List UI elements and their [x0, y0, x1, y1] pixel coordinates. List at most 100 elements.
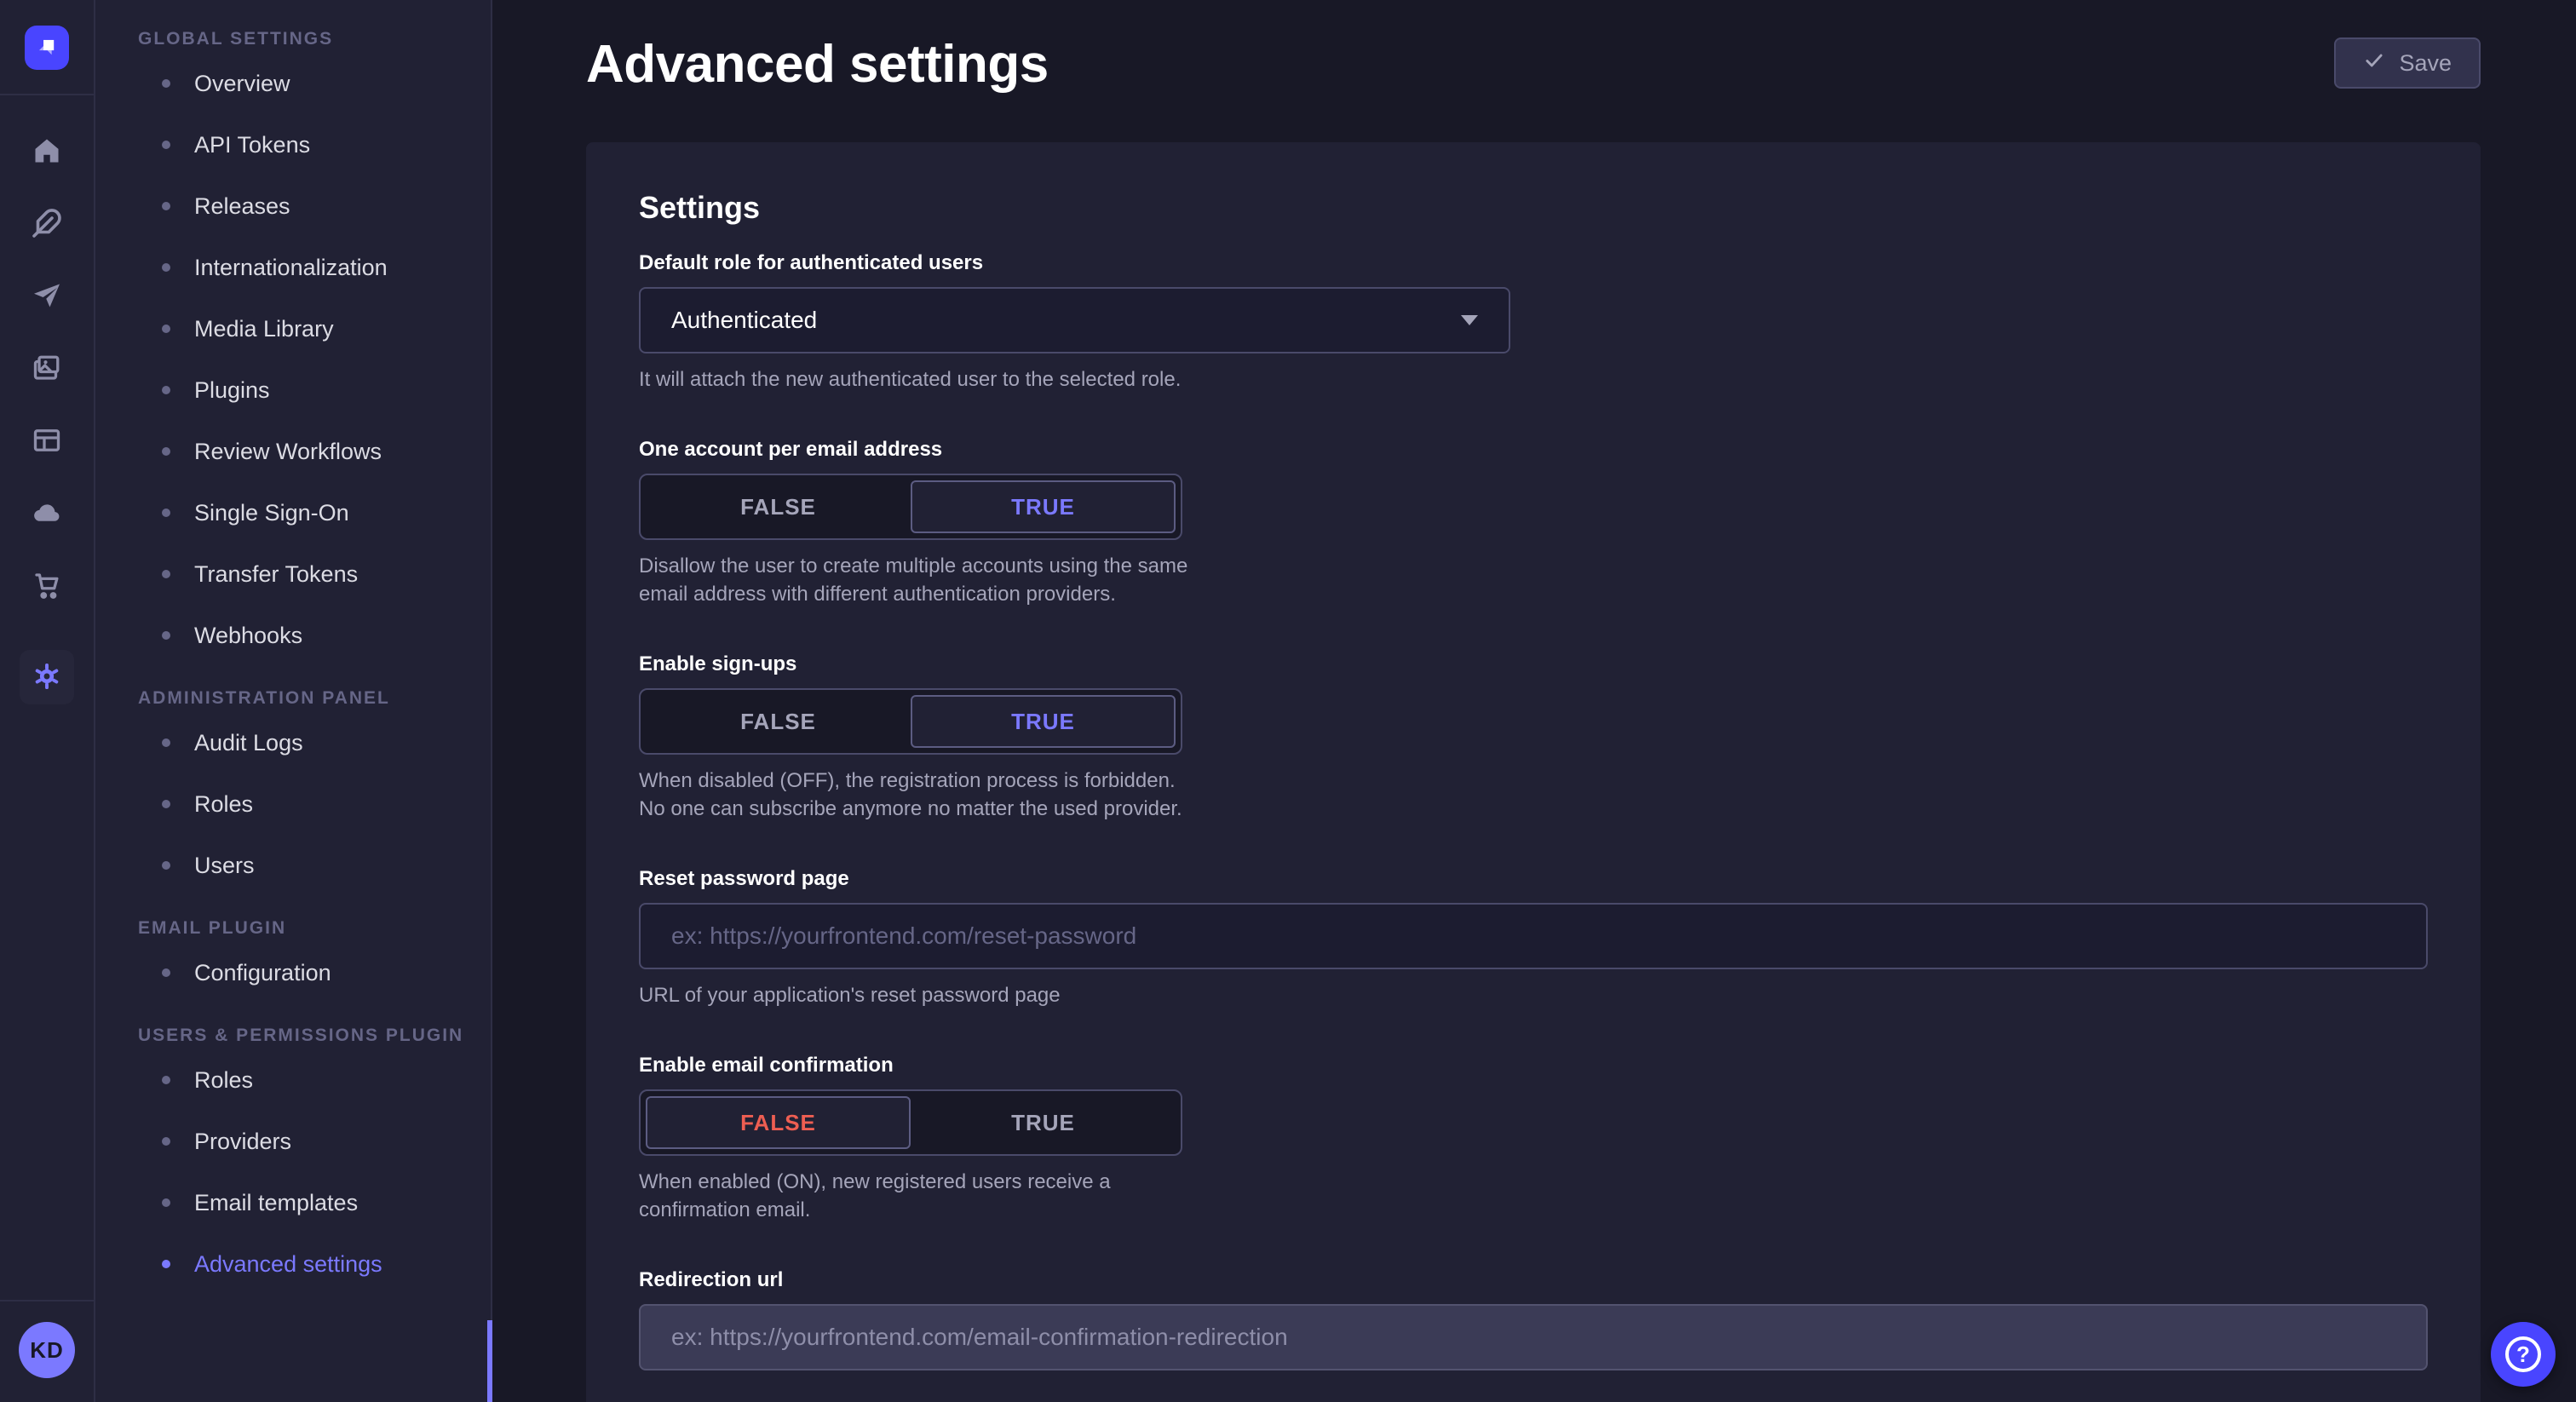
rail-content-type-builder-button[interactable]: [20, 414, 74, 468]
rail-settings-button[interactable]: [20, 650, 74, 704]
bullet-icon: [162, 738, 170, 747]
feather-icon: [32, 208, 62, 241]
rail-content-manager-button[interactable]: [20, 197, 74, 251]
rail-bottom-divider: [0, 1300, 94, 1301]
rail-marketplace-button[interactable]: [20, 559, 74, 613]
help-button[interactable]: ?: [2491, 1322, 2556, 1387]
sidebar-item-label: API Tokens: [194, 132, 310, 158]
cart-icon: [32, 570, 62, 603]
user-avatar[interactable]: KD: [19, 1322, 75, 1378]
sidebar-item-label: Users: [194, 853, 255, 879]
sidebar-item-label: Transfer Tokens: [194, 561, 358, 588]
sidebar-item-label: Email templates: [194, 1190, 358, 1216]
bullet-icon: [162, 386, 170, 394]
email-confirmation-false-option[interactable]: FALSE: [646, 1096, 911, 1149]
sidebar-item-releases[interactable]: Releases: [138, 175, 491, 237]
sidebar-item-label: Configuration: [194, 960, 331, 986]
bullet-icon: [162, 800, 170, 808]
bullet-icon: [162, 141, 170, 149]
subnav-heading: ADMINISTRATION PANEL: [138, 688, 491, 709]
subnav-section-email-plugin: EMAIL PLUGIN Configuration: [138, 918, 491, 1003]
sidebar-item-review-workflows[interactable]: Review Workflows: [138, 421, 491, 482]
sidebar-item-admin-users[interactable]: Users: [138, 835, 491, 896]
sidebar-item-api-tokens[interactable]: API Tokens: [138, 114, 491, 175]
save-button[interactable]: Save: [2334, 37, 2481, 89]
default-role-select[interactable]: Authenticated: [639, 287, 1510, 353]
subnav-section-global: GLOBAL SETTINGS Overview API Tokens Rele…: [138, 29, 491, 666]
sidebar-item-label: Roles: [194, 1067, 253, 1094]
chevron-down-icon: [1461, 315, 1478, 325]
main-content: Advanced settings Save Settings Default …: [492, 0, 2576, 1402]
rail-media-library-button[interactable]: [20, 342, 74, 396]
sidebar-item-advanced-settings[interactable]: Advanced settings: [138, 1233, 491, 1295]
home-icon: [32, 135, 62, 169]
one-account-label: One account per email address: [639, 438, 2428, 462]
sidebar-item-plugins[interactable]: Plugins: [138, 359, 491, 421]
icon-rail: KD: [0, 0, 95, 1402]
email-confirmation-true-option[interactable]: TRUE: [911, 1096, 1176, 1149]
sign-ups-toggle: FALSE TRUE: [639, 688, 1182, 755]
bullet-icon: [162, 79, 170, 88]
sidebar-item-label: Internationalization: [194, 255, 388, 281]
bullet-icon: [162, 1137, 170, 1146]
sidebar-item-admin-roles[interactable]: Roles: [138, 773, 491, 835]
field-default-role: Default role for authenticated users Aut…: [639, 251, 2428, 394]
rail-nav: [20, 124, 74, 722]
sidebar-item-internationalization[interactable]: Internationalization: [138, 237, 491, 298]
sidebar-item-up-roles[interactable]: Roles: [138, 1049, 491, 1111]
pictures-icon: [32, 353, 62, 386]
rail-deploy-button[interactable]: [20, 486, 74, 541]
sidebar-item-email-configuration[interactable]: Configuration: [138, 942, 491, 1003]
bullet-icon: [162, 1198, 170, 1207]
sign-ups-label: Enable sign-ups: [639, 652, 2428, 676]
strapi-mark-icon: [32, 32, 61, 64]
field-one-account: One account per email address FALSE TRUE…: [639, 438, 2428, 608]
settings-card-title: Settings: [639, 190, 2428, 226]
one-account-true-option[interactable]: TRUE: [911, 480, 1176, 533]
settings-subnav: GLOBAL SETTINGS Overview API Tokens Rele…: [95, 0, 492, 1402]
one-account-toggle: FALSE TRUE: [639, 474, 1182, 540]
bullet-icon: [162, 447, 170, 456]
sidebar-item-label: Releases: [194, 193, 290, 220]
strapi-logo[interactable]: [25, 26, 69, 70]
bullet-icon: [162, 1260, 170, 1268]
one-account-false-option[interactable]: FALSE: [646, 480, 911, 533]
sidebar-item-label: Overview: [194, 71, 290, 97]
redirection-url-input[interactable]: [639, 1304, 2428, 1370]
sign-ups-false-option[interactable]: FALSE: [646, 695, 911, 748]
rail-releases-button[interactable]: [20, 269, 74, 324]
sign-ups-hint: When disabled (OFF), the registration pr…: [639, 767, 1193, 823]
sidebar-item-label: Webhooks: [194, 623, 302, 649]
redirection-url-label: Redirection url: [639, 1268, 2428, 1292]
sidebar-item-media-library[interactable]: Media Library: [138, 298, 491, 359]
subnav-heading: USERS & PERMISSIONS PLUGIN: [138, 1026, 491, 1046]
sidebar-item-webhooks[interactable]: Webhooks: [138, 605, 491, 666]
bullet-icon: [162, 631, 170, 640]
subnav-heading: EMAIL PLUGIN: [138, 918, 491, 939]
subnav-section-users-permissions: USERS & PERMISSIONS PLUGIN Roles Provide…: [138, 1026, 491, 1295]
sidebar-item-label: Media Library: [194, 316, 334, 342]
sidebar-item-label: Providers: [194, 1129, 291, 1155]
sidebar-item-single-sign-on[interactable]: Single Sign-On: [138, 482, 491, 543]
email-confirmation-label: Enable email confirmation: [639, 1054, 2428, 1077]
sidebar-item-transfer-tokens[interactable]: Transfer Tokens: [138, 543, 491, 605]
sidebar-item-audit-logs[interactable]: Audit Logs: [138, 712, 491, 773]
email-confirmation-toggle: FALSE TRUE: [639, 1089, 1182, 1156]
sidebar-item-providers[interactable]: Providers: [138, 1111, 491, 1172]
sidebar-item-email-templates[interactable]: Email templates: [138, 1172, 491, 1233]
check-icon: [2363, 49, 2385, 78]
sidebar-item-label: Single Sign-On: [194, 500, 349, 526]
save-button-label: Save: [2399, 50, 2452, 77]
one-account-hint: Disallow the user to create multiple acc…: [639, 552, 1193, 608]
default-role-label: Default role for authenticated users: [639, 251, 2428, 275]
gear-icon: [32, 661, 62, 694]
settings-card: Settings Default role for authenticated …: [586, 142, 2481, 1402]
reset-password-input[interactable]: [639, 903, 2428, 969]
cloud-icon: [32, 497, 62, 531]
field-redirection-url: Redirection url: [639, 1268, 2428, 1370]
sidebar-item-overview[interactable]: Overview: [138, 53, 491, 114]
sidebar-item-label: Audit Logs: [194, 730, 303, 756]
sign-ups-true-option[interactable]: TRUE: [911, 695, 1176, 748]
field-sign-ups: Enable sign-ups FALSE TRUE When disabled…: [639, 652, 2428, 823]
rail-home-button[interactable]: [20, 124, 74, 179]
